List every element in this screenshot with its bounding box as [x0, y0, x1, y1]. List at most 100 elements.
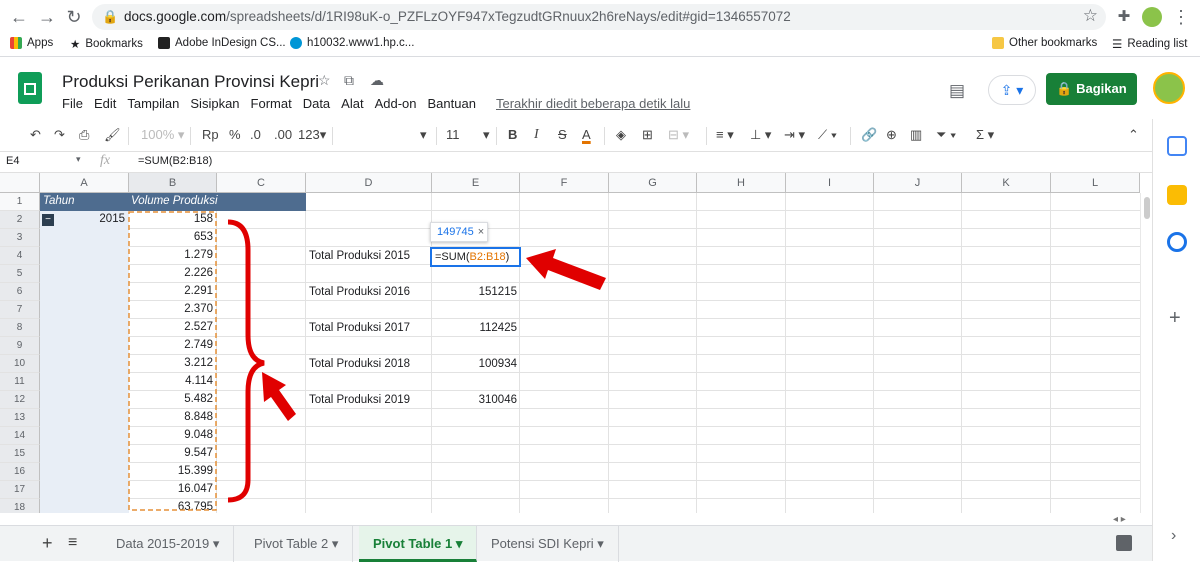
calendar-icon[interactable] [1167, 136, 1187, 156]
volume-cell[interactable]: 2.226 [131, 265, 213, 282]
tab-potensi-sdi-kepri[interactable]: Potensi SDI Kepri ▾ [477, 526, 619, 562]
column-header-j[interactable]: J [874, 173, 962, 193]
total-value[interactable]: 112425 [434, 320, 517, 337]
italic-icon[interactable]: I [534, 127, 539, 143]
volume-cell[interactable]: 2.749 [131, 337, 213, 354]
year-cell[interactable]: 2015 [60, 211, 125, 228]
forward-icon[interactable]: → [36, 6, 58, 28]
row-header-16[interactable]: 16 [0, 463, 40, 481]
column-header-i[interactable]: I [786, 173, 874, 193]
redo-icon[interactable]: ↷ [54, 127, 65, 143]
active-cell-editor[interactable]: =SUM(B2:B18) [430, 247, 521, 267]
zoom-select[interactable]: 100% ▾ [141, 127, 184, 143]
share-button[interactable]: 🔒 Bagikan [1046, 73, 1137, 105]
row-header-4[interactable]: 4 [0, 247, 40, 265]
menu-insert[interactable]: Sisipkan [190, 96, 239, 111]
fill-color-icon[interactable]: ◈ [616, 127, 626, 143]
borders-icon[interactable]: ⊞ [642, 127, 653, 143]
row-header-11[interactable]: 11 [0, 373, 40, 391]
vertical-scrollbar[interactable] [1140, 193, 1152, 513]
h-scroll-arrows[interactable]: ◂ ▸ [1113, 514, 1126, 525]
align-vertical-icon[interactable]: ⊥ ▾ [750, 127, 771, 143]
column-header-d[interactable]: D [306, 173, 432, 193]
volume-cell[interactable]: 2.291 [131, 283, 213, 300]
total-value[interactable]: 100934 [434, 356, 517, 373]
text-color-icon[interactable]: A [582, 127, 591, 142]
bookmark-bookmarks[interactable]: ★ Bookmarks [70, 37, 143, 51]
avatar[interactable] [1153, 72, 1185, 104]
last-edit-link[interactable]: Terakhir diedit beberapa detik lalu [496, 96, 690, 111]
volume-cell[interactable]: 1.279 [131, 247, 213, 264]
more-formats-button[interactable]: 123▾ [298, 127, 326, 143]
add-addon-icon[interactable]: + [1169, 307, 1181, 330]
text-wrap-icon[interactable]: ⇥ ▾ [784, 127, 805, 143]
undo-icon[interactable]: ↶ [30, 127, 41, 143]
row-header-3[interactable]: 3 [0, 229, 40, 247]
font-size-select[interactable]: 11 [446, 127, 460, 142]
row-header-13[interactable]: 13 [0, 409, 40, 427]
column-header-k[interactable]: K [962, 173, 1051, 193]
total-value[interactable]: 151215 [434, 284, 517, 301]
bookmark-reading-list[interactable]: ☰ Reading list [1112, 37, 1187, 51]
select-all-corner[interactable] [0, 173, 40, 193]
bookmark-apps[interactable]: Apps [10, 37, 53, 49]
total-label[interactable]: Total Produksi 2017 [309, 320, 410, 337]
row-header-7[interactable]: 7 [0, 301, 40, 319]
font-family-select[interactable]: ▾ [420, 127, 427, 143]
bookmark-hp[interactable]: h10032.www1.hp.c... [290, 37, 414, 49]
menu-edit[interactable]: Edit [94, 96, 116, 111]
print-icon[interactable]: ⎙ [79, 127, 89, 143]
star-icon[interactable]: ☆ [318, 72, 331, 89]
tab-pivot-table-1[interactable]: Pivot Table 1 ▾ [359, 526, 478, 562]
volume-cell[interactable]: 2.370 [131, 301, 213, 318]
total-value[interactable]: 310046 [434, 392, 517, 409]
functions-icon[interactable]: Σ ▾ [976, 127, 994, 143]
tasks-icon[interactable] [1167, 232, 1187, 252]
insert-comment-icon[interactable]: ⊕ [886, 127, 897, 143]
row-header-8[interactable]: 8 [0, 319, 40, 337]
all-sheets-icon[interactable]: ≡ [68, 534, 77, 552]
document-title[interactable]: Produksi Perikanan Provinsi Kepri [62, 72, 319, 92]
text-rotate-icon[interactable]: ⟋ ▾ [818, 127, 837, 143]
volume-cell[interactable]: 4.114 [131, 373, 213, 390]
add-sheet-icon[interactable]: + [42, 533, 53, 554]
row-header-1[interactable]: 1 [0, 193, 40, 211]
insert-chart-icon[interactable]: ▥ [910, 127, 922, 143]
present-button[interactable]: ⇪ ▾ [988, 75, 1036, 105]
formula-input[interactable]: =SUM(B2:B18) [138, 155, 212, 167]
column-header-c[interactable]: C [217, 173, 306, 193]
bookmark-indesign[interactable]: Adobe InDesign CS... [158, 37, 286, 49]
column-header-a[interactable]: A [40, 173, 129, 193]
row-header-12[interactable]: 12 [0, 391, 40, 409]
expand-panel-icon[interactable]: › [1171, 527, 1176, 545]
volume-cell[interactable]: 15.399 [131, 463, 213, 480]
spreadsheet-grid[interactable]: A B C D E F G H I J K L 1 2 3 4 5 6 7 8 9 10 11 12 13 14 15 16 17 18 T… [0, 173, 1140, 513]
tab-data-2015-2019[interactable]: Data 2015-2019 ▾ [102, 526, 235, 562]
row-header-10[interactable]: 10 [0, 355, 40, 373]
bold-icon[interactable]: B [508, 127, 517, 142]
reload-icon[interactable]: ↻ [63, 6, 85, 28]
row-header-2[interactable]: 2 [0, 211, 40, 229]
merge-cells-icon[interactable]: ⊟ ▾ [668, 127, 689, 143]
column-header-h[interactable]: H [697, 173, 786, 193]
row-header-5[interactable]: 5 [0, 265, 40, 283]
menu-format[interactable]: Format [251, 96, 292, 111]
volume-cell[interactable]: 63.795 [131, 499, 213, 513]
keep-icon[interactable] [1167, 185, 1187, 205]
percent-button[interactable]: % [229, 127, 241, 142]
filter-icon[interactable]: ⏷ ▾ [936, 127, 956, 143]
address-bar[interactable]: 🔒 docs.google.com/spreadsheets/d/1RI98uK… [92, 4, 1106, 30]
name-box[interactable]: E4 [6, 155, 19, 167]
font-size-dropdown-icon[interactable]: ▾ [483, 127, 490, 143]
total-label[interactable]: Total Produksi 2015 [309, 248, 410, 265]
collapse-toolbar-icon[interactable]: ⌃ [1128, 127, 1139, 143]
column-header-l[interactable]: L [1051, 173, 1140, 193]
sheets-logo-icon[interactable] [18, 72, 42, 104]
volume-cell[interactable]: 9.048 [131, 427, 213, 444]
row-header-17[interactable]: 17 [0, 481, 40, 499]
decrease-decimal-button[interactable]: .0 [250, 127, 261, 142]
volume-cell[interactable]: 653 [131, 229, 213, 246]
row-header-6[interactable]: 6 [0, 283, 40, 301]
align-horizontal-icon[interactable]: ≡ ▾ [716, 127, 734, 143]
column-header-f[interactable]: F [520, 173, 609, 193]
